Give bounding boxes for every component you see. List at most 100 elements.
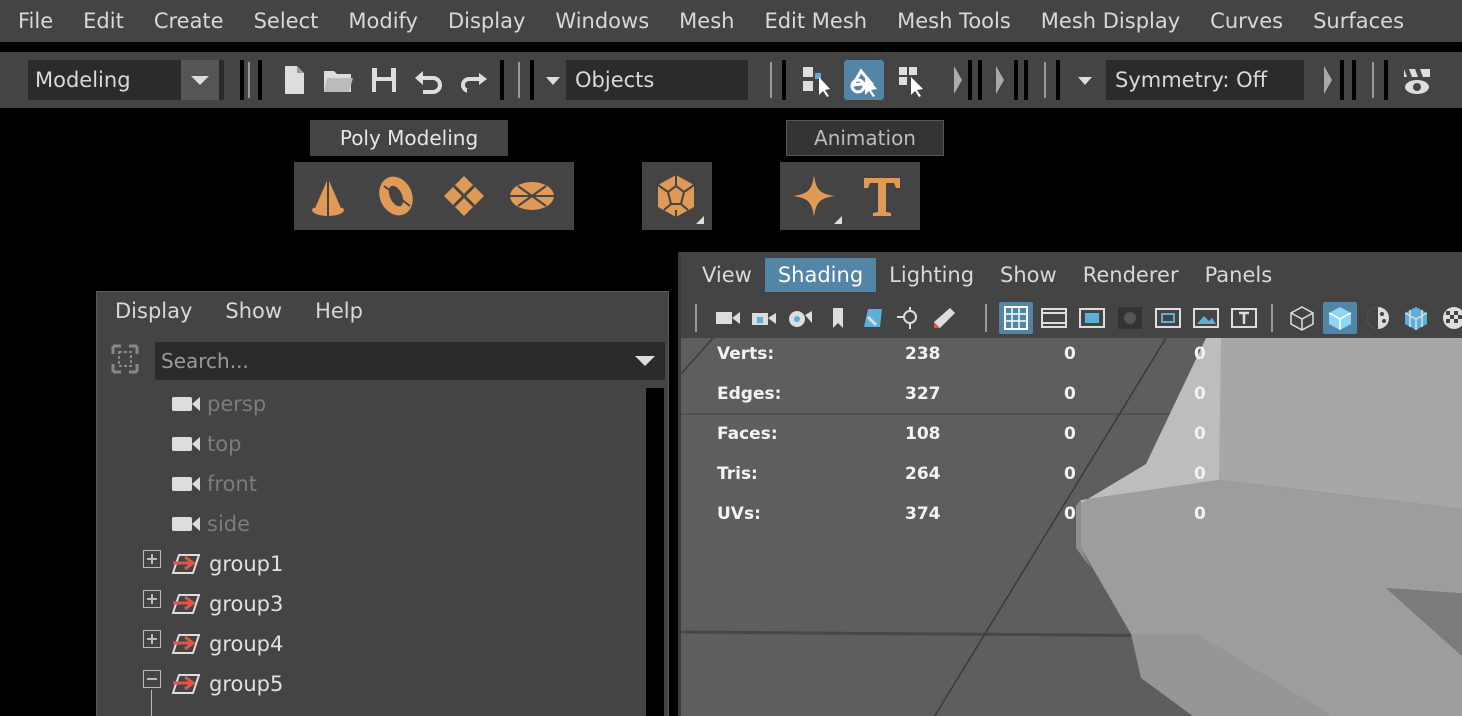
outliner-scrollbar[interactable] xyxy=(646,388,664,716)
bookmark-icon[interactable] xyxy=(821,302,855,334)
sparkle-icon[interactable] xyxy=(780,162,848,230)
item-label: group1 xyxy=(209,552,284,576)
type-text-icon[interactable] xyxy=(848,162,916,230)
save-scene-icon[interactable] xyxy=(364,60,404,100)
list-item[interactable]: front xyxy=(171,464,257,504)
toolbar-separator xyxy=(518,62,520,98)
safe-action-icon[interactable] xyxy=(1189,302,1223,334)
redo-icon[interactable] xyxy=(454,60,494,100)
hud-tris-total: 264 xyxy=(905,464,941,484)
menuset-dropdown[interactable]: Modeling xyxy=(28,60,224,100)
resolution-gate-icon[interactable] xyxy=(1075,302,1109,334)
filter-icon[interactable] xyxy=(109,342,141,376)
wireframe-on-shaded-icon[interactable] xyxy=(1399,302,1433,334)
viewport-menu-view[interactable]: View xyxy=(689,258,765,292)
chevron-down-icon[interactable] xyxy=(546,77,560,85)
toolbar-separator xyxy=(1014,60,1018,100)
menu-edit[interactable]: Edit xyxy=(68,9,139,33)
select-by-object-icon[interactable] xyxy=(844,60,884,100)
grease-pencil-icon[interactable] xyxy=(927,302,961,334)
hud-uvs-total: 374 xyxy=(905,504,941,524)
camera-icon xyxy=(172,437,200,451)
menu-display[interactable]: Display xyxy=(433,9,540,33)
wireframe-icon[interactable] xyxy=(1285,302,1319,334)
film-gate-icon[interactable] xyxy=(1037,302,1071,334)
viewport-menu-shading[interactable]: Shading xyxy=(764,258,877,292)
smooth-shade-icon[interactable] xyxy=(1323,302,1357,334)
menu-mesh-display[interactable]: Mesh Display xyxy=(1026,9,1195,33)
grid-toggle-icon[interactable] xyxy=(999,302,1033,334)
menu-modify[interactable]: Modify xyxy=(333,9,433,33)
toolbar-collapse-arrow[interactable] xyxy=(996,66,1004,94)
shelf-tab-animation[interactable]: Animation xyxy=(786,120,944,156)
item-label: front xyxy=(207,472,257,496)
list-item[interactable]: group1 xyxy=(171,544,283,584)
field-chart-icon[interactable] xyxy=(1151,302,1185,334)
outliner-tree: persp top front side group1 group3 group… xyxy=(97,388,645,716)
chevron-down-icon[interactable] xyxy=(1078,77,1092,85)
image-plane-icon[interactable] xyxy=(857,302,891,334)
symmetry-field[interactable]: Symmetry: Off xyxy=(1106,60,1304,100)
menuset-value: Modeling xyxy=(35,68,131,92)
menu-file[interactable]: File xyxy=(0,9,68,33)
menu-select[interactable]: Select xyxy=(239,9,334,33)
poly-torus-icon[interactable] xyxy=(362,162,430,230)
outliner-menu-show[interactable]: Show xyxy=(207,299,297,323)
camera-select-icon[interactable] xyxy=(711,302,745,334)
viewport-menu-panels[interactable]: Panels xyxy=(1192,258,1286,292)
viewport-toolbar xyxy=(681,298,1462,338)
outliner-panel: Display Show Help Search... persp top fr… xyxy=(96,291,669,716)
menu-curves[interactable]: Curves xyxy=(1195,9,1298,33)
menu-surfaces[interactable]: Surfaces xyxy=(1298,9,1419,33)
viewport-menu-lighting[interactable]: Lighting xyxy=(876,258,987,292)
shelf-tab-poly-modeling[interactable]: Poly Modeling xyxy=(310,120,508,156)
poly-plane-icon[interactable] xyxy=(430,162,498,230)
toolbar-collapse-arrow[interactable] xyxy=(954,66,962,94)
2d-pan-zoom-icon[interactable] xyxy=(891,302,925,334)
gate-mask-icon[interactable] xyxy=(1113,302,1147,334)
menu-mesh-tools[interactable]: Mesh Tools xyxy=(882,9,1026,33)
menu-mesh[interactable]: Mesh xyxy=(664,9,749,33)
collapse-icon[interactable] xyxy=(143,670,161,688)
list-item[interactable]: group3 xyxy=(171,584,283,624)
menu-windows[interactable]: Windows xyxy=(540,9,664,33)
undo-icon[interactable] xyxy=(408,60,448,100)
select-by-component-icon[interactable] xyxy=(892,60,932,100)
new-scene-icon[interactable] xyxy=(274,60,314,100)
camera-attributes-icon[interactable] xyxy=(783,302,817,334)
viewport-scene[interactable]: Verts: 238 0 0 Edges: 327 0 0 Faces: 108… xyxy=(680,337,1462,716)
list-item[interactable]: group4 xyxy=(171,624,283,664)
menu-create[interactable]: Create xyxy=(139,9,239,33)
list-item[interactable]: side xyxy=(171,504,250,544)
main-menubar: File Edit Create Select Modify Display W… xyxy=(0,0,1462,42)
open-scene-icon[interactable] xyxy=(318,60,358,100)
toolbar-separator xyxy=(240,60,244,100)
expand-icon[interactable] xyxy=(143,550,161,568)
toolbar-separator xyxy=(978,60,982,100)
list-item[interactable]: group5 xyxy=(171,664,283,704)
outliner-menu-help[interactable]: Help xyxy=(297,299,378,323)
lock-camera-icon[interactable] xyxy=(747,302,781,334)
chevron-down-icon[interactable] xyxy=(635,356,655,366)
select-by-hierarchy-icon[interactable] xyxy=(796,60,836,100)
toolbar-collapse-arrow[interactable] xyxy=(1324,66,1332,94)
textured-icon[interactable] xyxy=(1437,302,1462,334)
outliner-menu-display[interactable]: Display xyxy=(97,299,207,323)
viewport-menu-show[interactable]: Show xyxy=(987,258,1070,292)
render-view-icon[interactable] xyxy=(1398,60,1438,100)
list-item[interactable]: persp xyxy=(171,384,266,424)
default-material-icon[interactable] xyxy=(1361,302,1395,334)
viewport-menu-renderer[interactable]: Renderer xyxy=(1070,258,1192,292)
expand-icon[interactable] xyxy=(143,590,161,608)
outliner-search-input[interactable]: Search... xyxy=(155,342,665,380)
list-item[interactable]: top xyxy=(171,424,241,464)
menu-edit-mesh[interactable]: Edit Mesh xyxy=(749,9,882,33)
toolbar-separator xyxy=(248,62,250,98)
poly-cone-icon[interactable] xyxy=(294,162,362,230)
poly-disc-icon[interactable] xyxy=(498,162,566,230)
safe-title-icon[interactable] xyxy=(1227,302,1261,334)
platonic-shelf-group xyxy=(642,162,712,230)
selection-mode-field[interactable]: Objects xyxy=(566,60,748,100)
poly-platonic-solid-icon[interactable] xyxy=(642,162,710,230)
expand-icon[interactable] xyxy=(143,630,161,648)
